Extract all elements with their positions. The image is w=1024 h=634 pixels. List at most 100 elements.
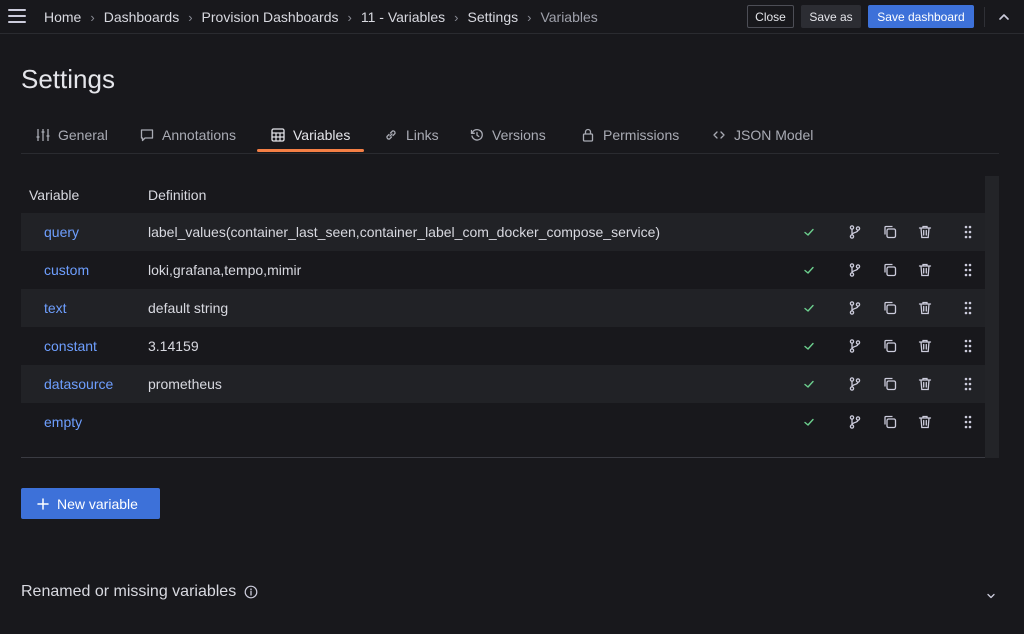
duplicate-icon[interactable] — [882, 414, 898, 430]
tab-label: Annotations — [162, 126, 236, 143]
duplicate-icon[interactable] — [882, 376, 898, 392]
top-bar: Home › Dashboards › Provision Dashboards… — [0, 0, 1024, 34]
plus-icon — [37, 497, 49, 510]
close-button[interactable]: Close — [747, 5, 794, 28]
check-icon — [801, 414, 817, 430]
breadcrumb-separator-icon: › — [347, 9, 352, 25]
breadcrumb-separator-icon: › — [90, 9, 95, 25]
column-header-definition: Definition — [148, 187, 207, 203]
trash-icon[interactable] — [917, 414, 933, 430]
table-header: Variable Definition — [21, 176, 985, 212]
trash-icon[interactable] — [917, 224, 933, 240]
duplicate-icon[interactable] — [882, 224, 898, 240]
settings-tabs: General Annotations Variables Links Vers… — [21, 116, 999, 154]
drag-handle-icon[interactable] — [960, 338, 976, 354]
code-icon — [713, 130, 725, 139]
table-scrollbar[interactable] — [985, 176, 999, 458]
breadcrumb-dashboards[interactable]: Dashboards — [104, 9, 180, 25]
code-branch-icon[interactable] — [847, 224, 863, 240]
comment-icon — [140, 128, 154, 141]
breadcrumb-separator-icon: › — [527, 9, 532, 25]
active-tab-indicator — [257, 149, 365, 152]
tab-links[interactable]: Links — [384, 116, 439, 153]
drag-handle-icon[interactable] — [960, 376, 976, 392]
breadcrumb-dashboard[interactable]: 11 - Variables — [361, 9, 445, 25]
save-as-button[interactable]: Save as — [801, 5, 861, 28]
page-title: Settings — [21, 64, 115, 94]
check-icon — [801, 262, 817, 278]
new-variable-label: New variable — [57, 495, 138, 512]
code-branch-icon[interactable] — [847, 376, 863, 392]
calculator-icon — [271, 127, 285, 142]
duplicate-icon[interactable] — [882, 300, 898, 316]
breadcrumb-settings[interactable]: Settings — [468, 9, 519, 25]
code-branch-icon[interactable] — [847, 300, 863, 316]
table-row: query label_values(container_last_seen,c… — [21, 213, 985, 251]
breadcrumb-provision-dashboards[interactable]: Provision Dashboards — [202, 9, 339, 25]
breadcrumb-variables: Variables — [540, 9, 598, 25]
check-icon — [801, 376, 817, 392]
lock-icon — [582, 128, 594, 142]
tab-label: Versions — [492, 126, 546, 143]
duplicate-icon[interactable] — [882, 338, 898, 354]
tab-permissions[interactable]: Permissions — [581, 116, 679, 153]
variable-name-link[interactable]: empty — [44, 414, 82, 430]
tab-general[interactable]: General — [36, 116, 108, 153]
toolbar-divider — [984, 7, 985, 27]
breadcrumb-separator-icon: › — [188, 9, 193, 25]
trash-icon[interactable] — [917, 376, 933, 392]
trash-icon[interactable] — [917, 338, 933, 354]
chevron-down-icon[interactable] — [985, 590, 997, 602]
variable-name-link[interactable]: datasource — [44, 376, 113, 392]
save-dashboard-button[interactable]: Save dashboard — [868, 5, 974, 28]
variable-definition: default string — [148, 300, 229, 316]
menu-icon[interactable] — [8, 9, 26, 25]
trash-icon[interactable] — [917, 262, 933, 278]
chevron-up-icon[interactable] — [995, 8, 1013, 26]
code-branch-icon[interactable] — [847, 338, 863, 354]
tab-versions[interactable]: Versions — [470, 116, 546, 153]
tab-label: General — [58, 126, 108, 143]
trash-icon[interactable] — [917, 300, 933, 316]
code-branch-icon[interactable] — [847, 414, 863, 430]
tab-variables[interactable]: Variables — [257, 116, 365, 153]
drag-handle-icon[interactable] — [960, 414, 976, 430]
variable-definition: label_values(container_last_seen,contain… — [148, 224, 661, 240]
check-icon — [801, 224, 817, 240]
tab-label: Permissions — [603, 126, 680, 143]
drag-handle-icon[interactable] — [960, 262, 976, 278]
breadcrumb-separator-icon: › — [454, 9, 459, 25]
duplicate-icon[interactable] — [882, 262, 898, 278]
variable-definition: 3.14159 — [148, 338, 199, 354]
tab-json-model[interactable]: JSON Model — [712, 116, 813, 153]
tab-annotations[interactable]: Annotations — [140, 116, 236, 153]
variables-table: Variable Definition query label_values(c… — [21, 176, 999, 458]
drag-handle-icon[interactable] — [960, 300, 976, 316]
variable-definition: loki,grafana,tempo,mimir — [148, 262, 302, 278]
table-row: custom loki,grafana,tempo,mimir — [21, 251, 985, 289]
info-icon[interactable] — [244, 585, 258, 599]
table-row: text default string — [21, 289, 985, 327]
variable-name-link[interactable]: constant — [44, 338, 97, 354]
drag-handle-icon[interactable] — [960, 224, 976, 240]
check-icon — [801, 300, 817, 316]
tab-label: Variables — [293, 126, 351, 143]
table-row: constant 3.14159 — [21, 327, 985, 365]
breadcrumb: Home › Dashboards › Provision Dashboards… — [44, 0, 598, 34]
variable-name-link[interactable]: text — [44, 300, 67, 316]
table-row: datasource prometheus — [21, 365, 985, 403]
tab-label: Links — [406, 126, 439, 143]
sliders-icon — [36, 128, 50, 141]
variable-name-link[interactable]: custom — [44, 262, 89, 278]
renamed-variables-section-header[interactable]: Renamed or missing variables — [21, 583, 258, 601]
link-icon — [386, 129, 396, 140]
history-icon — [470, 128, 483, 141]
code-branch-icon[interactable] — [847, 262, 863, 278]
new-variable-button[interactable]: New variable — [21, 488, 160, 519]
variable-name-link[interactable]: query — [44, 224, 79, 240]
tab-label: JSON Model — [734, 126, 814, 143]
column-header-variable: Variable — [29, 187, 80, 203]
breadcrumb-home[interactable]: Home — [44, 9, 81, 25]
section-title: Renamed or missing variables — [21, 583, 237, 600]
table-row: empty — [21, 403, 985, 441]
